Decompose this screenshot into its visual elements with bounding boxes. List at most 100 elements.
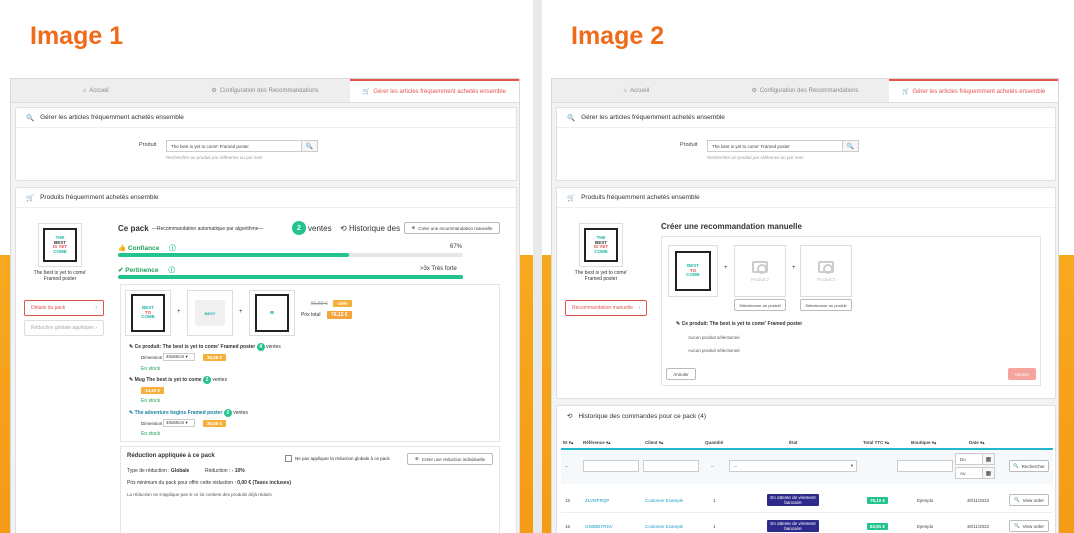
- state-filter-select[interactable]: -- ▾: [729, 460, 857, 472]
- item-3-dim-select[interactable]: 40x60cm ▾: [163, 419, 195, 427]
- search-orders-button[interactable]: 🔍 Rechercher: [1009, 460, 1049, 472]
- reference-filter[interactable]: [583, 460, 639, 472]
- row-2-reference[interactable]: USBBBYRDV: [585, 524, 613, 529]
- row-2-shop: Ejemplo: [917, 524, 934, 529]
- tab-config[interactable]: ⚙ Configuration des Recommandations: [180, 79, 349, 102]
- tab-home[interactable]: ⌂ Accueil: [11, 79, 180, 102]
- plus-icon: ⊕: [411, 225, 416, 230]
- item-1-stock: En stock: [141, 366, 161, 372]
- manual-recommendation-button[interactable]: Recommandation manuelle ›: [565, 300, 647, 316]
- product-name: The best is yet to come' Framed poster: [574, 270, 628, 282]
- item-1-dim-select[interactable]: 40x60cm ▾: [163, 353, 195, 361]
- mug-icon: BEST: [195, 300, 225, 326]
- tab-config[interactable]: ⚙ Configuration des Recommandations: [721, 79, 890, 102]
- old-price: 81,50 €: [311, 301, 328, 307]
- edit-icon: ✎: [676, 321, 681, 327]
- product-3-placeholder[interactable]: Produit 3: [800, 245, 852, 297]
- cart-icon: 🛒: [567, 194, 576, 202]
- no-product-2: Aucun produit sélectionné: [688, 348, 740, 353]
- product-help: Rechercher un produit par référence ou p…: [166, 155, 263, 160]
- manual-product-1-image: BEST TO COME: [668, 245, 718, 297]
- gears-icon: ⚙: [211, 88, 217, 94]
- camera-icon: [818, 260, 834, 274]
- search-icon: 🔍: [1013, 523, 1020, 528]
- row-1-reference[interactable]: ZLVMPRQP: [585, 498, 609, 503]
- product-search-button[interactable]: 🔍: [843, 140, 859, 152]
- reduction-note: La réduction ne s'applique pas si ce lot…: [127, 492, 272, 497]
- client-filter[interactable]: [643, 460, 699, 472]
- relevance-value: >3x Très forte: [420, 266, 457, 272]
- fbt-title: Produits fréquemment achetés ensemble: [40, 194, 159, 201]
- product-name: The best is yet to come' Framed poster: [33, 270, 87, 282]
- row-2-client[interactable]: Customer Example: [645, 524, 683, 529]
- product-help: Rechercher un produit par référence ou p…: [707, 155, 804, 160]
- no-global-checkbox[interactable]: [285, 455, 292, 462]
- sales-label: ventes: [308, 224, 332, 233]
- product-image: THE BEST IS YET COME: [38, 223, 82, 267]
- sales-count: 2: [292, 221, 306, 235]
- col-client[interactable]: Client ▾▴: [645, 440, 663, 446]
- item-2-stock: En stock: [141, 398, 161, 404]
- create-reduction-button[interactable]: ⊕ Créer une réduction individuelle: [407, 453, 493, 465]
- item-3-price: 35,08 €: [203, 420, 227, 427]
- history-link[interactable]: ⟲ Historique des: [340, 224, 400, 233]
- chevron-right-icon: ›: [638, 305, 640, 311]
- cancel-button[interactable]: Annuler: [666, 368, 696, 380]
- confidence-bar: [118, 253, 463, 257]
- plus-icon: +: [792, 265, 796, 271]
- this-product-line: ✎ Ce produit: The best is yet to come' F…: [676, 321, 803, 327]
- product-input[interactable]: The best is yet to come' Framed poster: [707, 140, 843, 152]
- create-manual-button[interactable]: ⊕ Créer une recommandation manuelle: [404, 222, 500, 234]
- global-reduction-button[interactable]: Réduction globale appliquée ›: [24, 320, 104, 336]
- pack-detail-box: BEST TO COME + BEST + ≋ 81,50 € -10% Prix …: [120, 284, 500, 442]
- row-1-date: 30/11/2022: [967, 498, 990, 503]
- row-1-client[interactable]: Customer Example: [645, 498, 683, 503]
- home-icon: ⌂: [623, 87, 627, 94]
- col-reference[interactable]: Référence ▾▴: [583, 440, 611, 446]
- product-search-button[interactable]: 🔍: [302, 140, 318, 152]
- manual-box: BEST TO COME + Produit 2 Sélectionner un p…: [661, 236, 1041, 386]
- item-1-title: ✎ Ce produit: The best is yet to come' F…: [129, 343, 281, 351]
- item-1-price: 35,08 €: [203, 354, 227, 361]
- edit-icon: ✎: [129, 410, 134, 416]
- manage-card: 🔍 Gérer les articles fréquemment achetés …: [556, 107, 1056, 181]
- calendar-icon[interactable]: ▦: [983, 453, 995, 465]
- plus-icon: +: [177, 309, 181, 315]
- cart-icon: 🛒: [362, 89, 371, 95]
- camera-icon: [752, 260, 768, 274]
- thumbs-up-icon: 👍: [118, 245, 127, 252]
- row-1-qty: 1: [713, 498, 716, 503]
- tab-fbt[interactable]: 🛒 Gérer les articles fréquemment achetés …: [889, 79, 1058, 102]
- select-product-2-button[interactable]: Sélectionner un produit: [734, 299, 786, 311]
- col-shop[interactable]: Boutique ▾▴: [911, 440, 936, 446]
- date-to-input[interactable]: Au: [955, 467, 983, 479]
- col-date[interactable]: Date ▾▴: [969, 440, 985, 446]
- reduction-box: Réduction appliquée à ce pack Ne pas app…: [120, 446, 500, 533]
- search-icon: 🔍: [1013, 463, 1019, 468]
- date-from-input[interactable]: Du: [955, 453, 983, 465]
- adventure-poster-icon: ≋: [255, 294, 289, 332]
- tab-home[interactable]: ⌂ Accueil: [552, 79, 721, 102]
- manage-title: Gérer les articles fréquemment achetés e…: [40, 114, 184, 121]
- save-button[interactable]: Sauver: [1008, 368, 1036, 380]
- calendar-icon[interactable]: ▦: [983, 467, 995, 479]
- col-total[interactable]: Total TTC ▾▴: [863, 440, 889, 446]
- details-pack-button[interactable]: Détails du pack ›: [24, 300, 104, 316]
- row-2-id: 15: [565, 524, 571, 529]
- col-id[interactable]: ID ▾▴: [563, 440, 573, 446]
- product-2-placeholder[interactable]: Produit 2: [734, 245, 786, 297]
- reduction-min: Prix minimum du pack pour offrir cette r…: [127, 480, 292, 486]
- select-product-3-button[interactable]: Sélectionner un produit: [800, 299, 852, 311]
- confidence-value: 67%: [450, 244, 463, 250]
- item-3-title: ✎ The adventure begins Framed poster 2 v…: [129, 409, 248, 417]
- plus-icon: +: [724, 265, 728, 271]
- tab-bar: ⌂ Accueil ⚙ Configuration des Recommandati…: [552, 79, 1058, 103]
- tab-fbt[interactable]: 🛒 Gérer les articles fréquemment achetés …: [349, 79, 519, 102]
- shop-filter[interactable]: [897, 460, 953, 472]
- row-1-view-order-button[interactable]: 🔍 View order: [1009, 494, 1049, 506]
- confidence-label: 👍 Confiance ⓘ: [118, 245, 176, 252]
- screenshot-1: ⌂ Accueil ⚙ Configuration des Recommandati…: [10, 78, 520, 533]
- row-2-view-order-button[interactable]: 🔍 View order: [1009, 520, 1049, 532]
- product-input[interactable]: The best is yet to come' Framed poster: [166, 140, 302, 152]
- pack-product-3-image: ≋: [249, 290, 295, 336]
